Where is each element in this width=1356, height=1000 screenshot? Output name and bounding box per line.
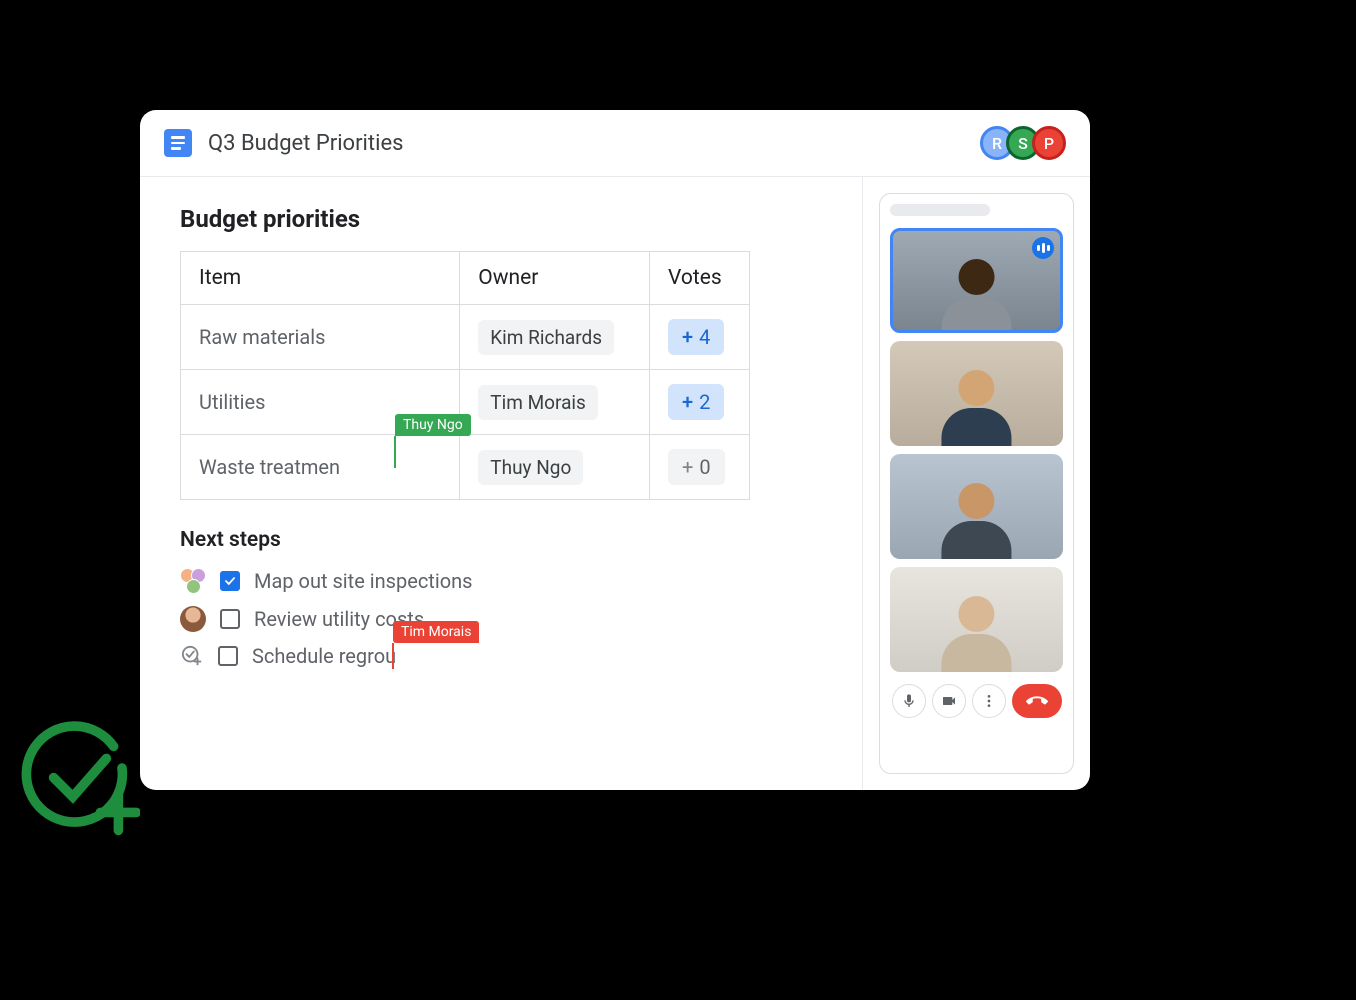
video-controls [890,684,1063,718]
video-call-sidebar [862,177,1090,790]
checklist-item[interactable]: Map out site inspections [180,568,822,594]
cell-votes[interactable]: +0 [650,435,750,500]
cell-owner[interactable]: Thuy Ngo [460,435,650,500]
table-row[interactable]: Waste treatmen Thuy Ngo +0 [181,435,750,500]
cell-owner[interactable]: Tim Morais [460,370,650,435]
main-content[interactable]: Budget priorities Item Owner Votes Raw m… [140,177,862,790]
hangup-button[interactable] [1012,684,1062,718]
camera-button[interactable] [932,684,966,718]
checklist-text[interactable]: Map out site inspections [254,569,472,593]
checkbox[interactable] [218,646,238,666]
video-tile-active-speaker[interactable] [890,228,1063,333]
collaborator-avatar[interactable]: P [1032,126,1066,160]
decorative-checkmark-icon [20,720,140,840]
presence-cursor-label: Thuy Ngo [395,414,471,436]
plus-icon: + [682,455,693,479]
plus-icon: + [682,390,693,414]
table-header-item: Item [181,252,460,305]
plus-icon: + [682,325,693,349]
cell-item[interactable]: Waste treatmen [181,435,460,500]
assign-task-icon[interactable] [180,644,204,668]
more-options-button[interactable] [972,684,1006,718]
owner-chip[interactable]: Kim Richards [478,320,614,355]
presence-cursor-label: Tim Morais [393,621,479,643]
video-panel-header-placeholder [890,204,990,216]
presence-cursor-caret [392,643,394,669]
owner-chip[interactable]: Tim Morais [478,385,598,420]
section-heading-next-steps: Next steps [180,528,822,552]
checklist-item[interactable]: Review utility costs [180,606,822,632]
checkbox[interactable] [220,571,240,591]
vote-chip[interactable]: +2 [668,384,724,420]
table-header-owner: Owner [460,252,650,305]
table-row[interactable]: Raw materials Kim Richards +4 [181,305,750,370]
video-tile[interactable] [890,454,1063,559]
checkbox[interactable] [220,609,240,629]
document-title[interactable]: Q3 Budget Priorities [208,131,972,156]
header: Q3 Budget Priorities R S P [140,110,1090,176]
cell-votes[interactable]: +2 [650,370,750,435]
video-tile[interactable] [890,341,1063,446]
video-panel [879,193,1074,774]
cell-owner[interactable]: Kim Richards [460,305,650,370]
cell-item[interactable]: Raw materials [181,305,460,370]
table-header-row: Item Owner Votes [181,252,750,305]
section-heading-priorities: Budget priorities [180,205,822,233]
mic-button[interactable] [892,684,926,718]
table-header-votes: Votes [650,252,750,305]
priorities-table[interactable]: Item Owner Votes Raw materials Kim Richa… [180,251,750,500]
document-window: Q3 Budget Priorities R S P Budget priori… [140,110,1090,790]
speaking-indicator-icon [1032,237,1054,259]
checklist-text[interactable]: Schedule regrou [252,644,396,668]
document-body: Budget priorities Item Owner Votes Raw m… [140,176,1090,790]
vote-chip[interactable]: +4 [668,319,724,355]
presence-cursor-caret [394,436,396,468]
assignee-avatar[interactable] [180,606,206,632]
assignee-avatars[interactable] [180,568,206,594]
owner-chip[interactable]: Thuy Ngo [478,450,583,485]
cell-votes[interactable]: +4 [650,305,750,370]
docs-icon [164,129,192,157]
video-tile[interactable] [890,567,1063,672]
collaborator-avatars: R S P [988,126,1066,160]
checklist-item[interactable]: Schedule regrou [180,644,822,668]
vote-chip[interactable]: +0 [668,449,725,485]
